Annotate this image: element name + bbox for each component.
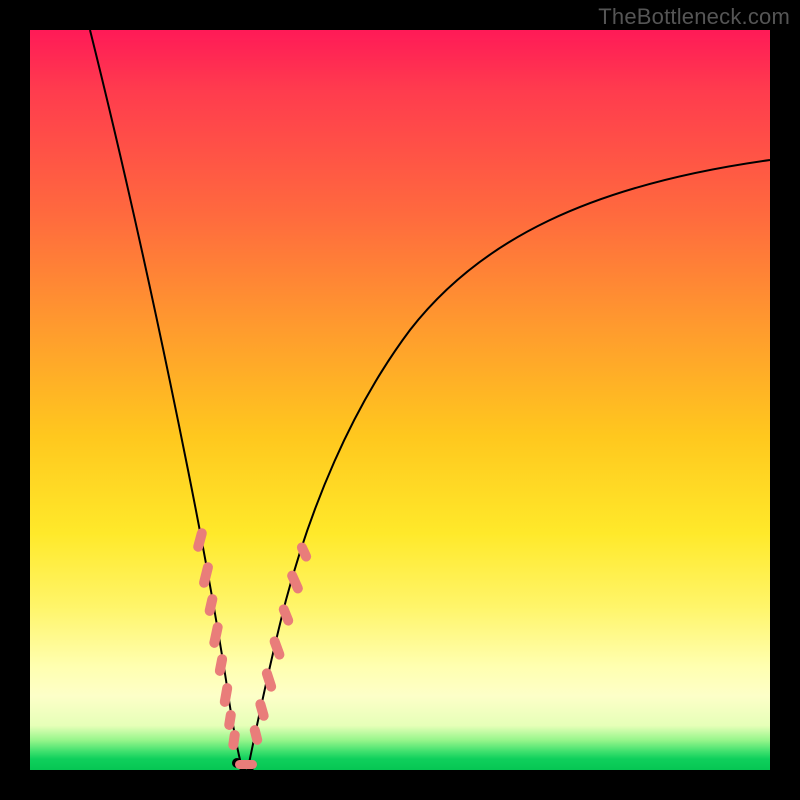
marker-left-arm xyxy=(192,527,240,750)
bottleneck-curve xyxy=(30,30,770,770)
plot-area xyxy=(30,30,770,770)
curve-right-branch xyxy=(248,160,770,768)
marker-right-arm xyxy=(249,541,313,746)
chart-frame: TheBottleneck.com xyxy=(0,0,800,800)
marker-cluster xyxy=(192,527,313,771)
watermark-text: TheBottleneck.com xyxy=(598,4,790,30)
marker-floor-dots xyxy=(232,758,257,771)
